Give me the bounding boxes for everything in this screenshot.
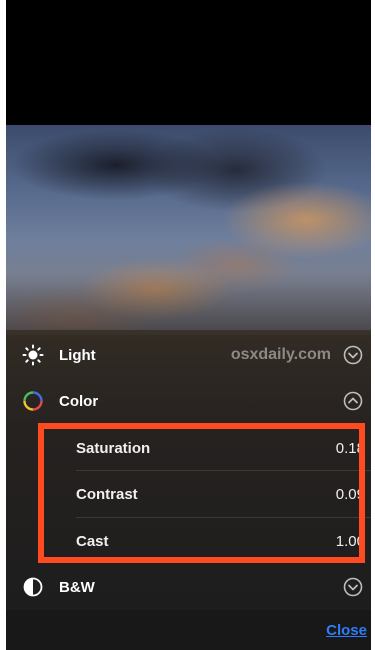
chevron-down-icon[interactable] [343, 345, 363, 365]
saturation-label: Saturation [76, 439, 151, 457]
close-button[interactable]: Close [326, 622, 367, 639]
cast-row[interactable]: Cast 1.00 [51, 518, 371, 564]
photo-preview[interactable] [6, 125, 371, 335]
contrast-row[interactable]: Contrast 0.09 [51, 471, 371, 517]
footer-bar: Close [6, 610, 371, 650]
color-row[interactable]: Color [6, 378, 371, 424]
bw-row[interactable]: B&W [6, 564, 371, 610]
contrast-label: Contrast [76, 485, 138, 503]
chevron-down-icon[interactable] [343, 577, 363, 597]
cast-value: 1.00 [335, 532, 365, 550]
cast-label: Cast [76, 532, 109, 550]
contrast-value: 0.09 [335, 485, 365, 503]
chevron-up-icon[interactable] [343, 391, 363, 411]
light-row[interactable]: Light osxdaily.com [6, 332, 371, 378]
bw-label: B&W [59, 578, 95, 596]
color-label: Color [59, 392, 99, 410]
saturation-row[interactable]: Saturation 0.18 [51, 425, 371, 471]
saturation-value: 0.18 [335, 439, 365, 457]
color-wheel-icon [22, 390, 44, 412]
sun-icon [22, 344, 44, 366]
light-label: Light [59, 346, 96, 364]
editor-screen: Light osxdaily.com Color Saturation 0.18… [6, 0, 371, 650]
half-circle-icon [22, 576, 44, 598]
watermark-text: osxdaily.com [230, 346, 331, 363]
